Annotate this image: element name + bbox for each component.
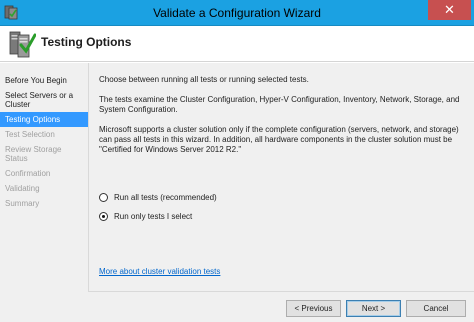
- step-validating: Validating: [5, 184, 40, 193]
- wizard-header: Testing Options: [0, 26, 474, 62]
- window-icon[interactable]: [4, 5, 18, 20]
- cluster-validation-icon: [9, 31, 36, 58]
- previous-button[interactable]: < Previous: [286, 300, 341, 317]
- option-run-selected-tests[interactable]: Run only tests I select: [99, 210, 192, 222]
- description-text: The tests examine the Cluster Configurat…: [99, 95, 460, 114]
- step-review-storage-status: Review Storage Status: [5, 145, 62, 163]
- step-summary: Summary: [5, 199, 40, 208]
- option-run-all-tests[interactable]: Run all tests (recommended): [99, 191, 217, 203]
- option-label[interactable]: Run all tests (recommended): [114, 193, 217, 202]
- step-confirmation: Confirmation: [5, 169, 51, 178]
- step-select-servers[interactable]: Select Servers or a Cluster: [0, 88, 88, 112]
- support-text: Microsoft supports a cluster solution on…: [99, 125, 459, 154]
- wizard-steps: Before You Begin Select Servers or a Clu…: [0, 73, 88, 211]
- option-label[interactable]: Run only tests I select: [114, 212, 192, 221]
- page-title: Testing Options: [41, 35, 132, 49]
- nav-divider: [88, 63, 89, 291]
- content-panel: Choose between running all tests or runn…: [99, 75, 464, 165]
- next-button[interactable]: Next >: [346, 300, 401, 317]
- step-before-you-begin[interactable]: Before You Begin: [0, 73, 88, 88]
- title-bar[interactable]: Validate a Configuration Wizard ✕: [0, 0, 474, 26]
- radio-run-all-tests[interactable]: [99, 192, 108, 202]
- step-testing-options[interactable]: Testing Options: [0, 112, 88, 127]
- window-title: Validate a Configuration Wizard: [153, 6, 321, 20]
- step-test-selection: Test Selection: [5, 130, 55, 139]
- wizard-body: Before You Begin Select Servers or a Clu…: [0, 63, 474, 322]
- close-button[interactable]: ✕: [428, 0, 471, 20]
- footer-divider: [88, 291, 474, 292]
- more-about-validation-link[interactable]: More about cluster validation tests: [99, 267, 220, 276]
- cancel-button[interactable]: Cancel: [406, 300, 466, 317]
- radio-run-selected-tests[interactable]: [99, 211, 108, 221]
- intro-text: Choose between running all tests or runn…: [99, 75, 309, 84]
